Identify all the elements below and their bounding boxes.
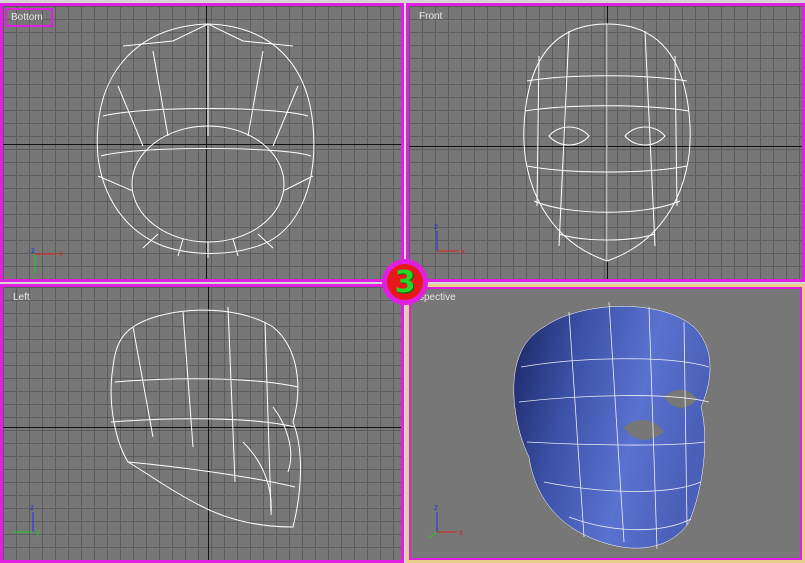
- viewport-label-front[interactable]: Front: [415, 10, 446, 23]
- axis-tripod-icon: z x: [434, 222, 465, 256]
- viewport-label-left[interactable]: Left: [9, 291, 34, 304]
- viewport-perspective[interactable]: spective z x: [406, 284, 805, 563]
- axis-x-label: x: [459, 528, 463, 537]
- axis-z-label: z: [30, 503, 34, 512]
- mesh-bottom-wireframe: [96, 23, 315, 258]
- step-number-badge: 3: [382, 259, 428, 305]
- viewport-bottom[interactable]: Bottom z x y: [0, 3, 404, 282]
- step-number: 3: [387, 264, 423, 300]
- axis-y-label: y: [36, 528, 40, 537]
- axis-z-label: z: [434, 503, 438, 512]
- axis-x-label: x: [59, 249, 63, 258]
- axis-z-label: z: [31, 246, 35, 255]
- axis-x-label: x: [461, 247, 465, 256]
- viewport-left[interactable]: Left z y: [0, 284, 404, 563]
- axis-tripod-icon: z y: [13, 503, 40, 537]
- viewport-label-bottom[interactable]: Bottom: [5, 8, 53, 27]
- axis-tripod-icon: z x y: [31, 246, 63, 282]
- viewport-front[interactable]: Front z x: [406, 3, 805, 282]
- axis-tripod-icon: z x: [429, 503, 463, 539]
- axis-z-label: z: [434, 222, 438, 231]
- axis-y-label: y: [32, 275, 36, 282]
